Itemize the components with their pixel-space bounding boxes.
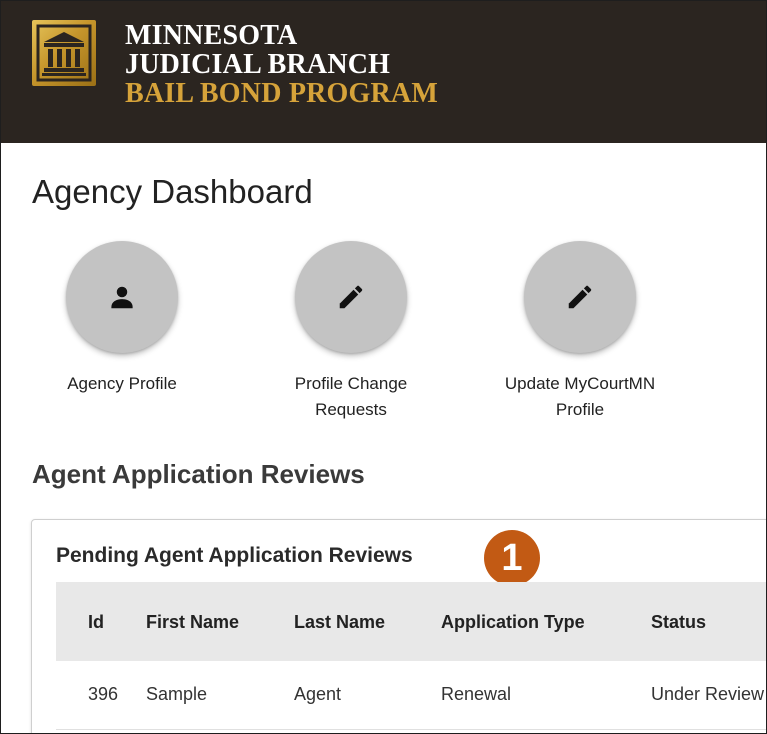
pending-reviews-card: Pending Agent Application Reviews 1 Id F… bbox=[31, 519, 766, 733]
brand-title: MINNESOTA JUDICIAL BRANCH BAIL BOND PROG… bbox=[125, 21, 438, 109]
column-header-id[interactable]: Id bbox=[88, 612, 104, 633]
table-header: Id First Name Last Name Application Type… bbox=[56, 582, 766, 661]
cell-id: 396 bbox=[88, 684, 119, 704]
page-title: Agency Dashboard bbox=[32, 173, 313, 210]
cell-status: Under Review bbox=[651, 684, 765, 704]
column-header-last-name[interactable]: Last Name bbox=[294, 612, 385, 633]
agency-profile-label: Agency Profile bbox=[67, 374, 177, 393]
section-title: Agent Application Reviews bbox=[32, 459, 365, 489]
column-header-first-name[interactable]: First Name bbox=[146, 612, 239, 633]
agency-profile-button[interactable]: Agency Profile bbox=[32, 241, 212, 397]
brand-line-2: JUDICIAL BRANCH bbox=[125, 49, 391, 80]
cell-last-name: Agent bbox=[294, 684, 342, 704]
courthouse-icon[interactable] bbox=[32, 20, 96, 86]
agency-profile-circle[interactable] bbox=[66, 241, 178, 353]
profile-change-requests-button[interactable]: Profile Change Requests bbox=[261, 241, 441, 423]
column-header-application-type[interactable]: Application Type bbox=[441, 612, 585, 633]
header-banner: MINNESOTA JUDICIAL BRANCH BAIL BOND PROG… bbox=[1, 1, 766, 143]
card-title: Pending Agent Application Reviews bbox=[56, 544, 413, 567]
update-mycourtmn-profile-button[interactable]: Update MyCourtMN Profile bbox=[490, 241, 670, 423]
brand-line-3: BAIL BOND PROGRAM bbox=[125, 78, 438, 109]
profile-change-requests-circle[interactable] bbox=[295, 241, 407, 353]
column-header-status[interactable]: Status bbox=[651, 612, 706, 633]
app-frame: MINNESOTA JUDICIAL BRANCH BAIL BOND PROG… bbox=[0, 0, 767, 734]
pencil-icon bbox=[568, 285, 592, 309]
person-icon bbox=[111, 286, 133, 309]
profile-change-requests-label: Profile Change Requests bbox=[294, 374, 408, 419]
cell-first-name: Sample bbox=[146, 684, 208, 704]
table-row[interactable]: 396 Sample Agent Renewal Under Review bbox=[56, 661, 766, 730]
update-mycourtmn-profile-label: Update MyCourtMN Profile bbox=[504, 374, 656, 419]
brand-line-1: MINNESOTA bbox=[125, 20, 298, 51]
callout-badge: 1 bbox=[484, 530, 540, 586]
cell-application-type: Renewal bbox=[441, 684, 512, 704]
pencil-icon bbox=[339, 285, 363, 309]
update-mycourtmn-profile-circle[interactable] bbox=[524, 241, 636, 353]
